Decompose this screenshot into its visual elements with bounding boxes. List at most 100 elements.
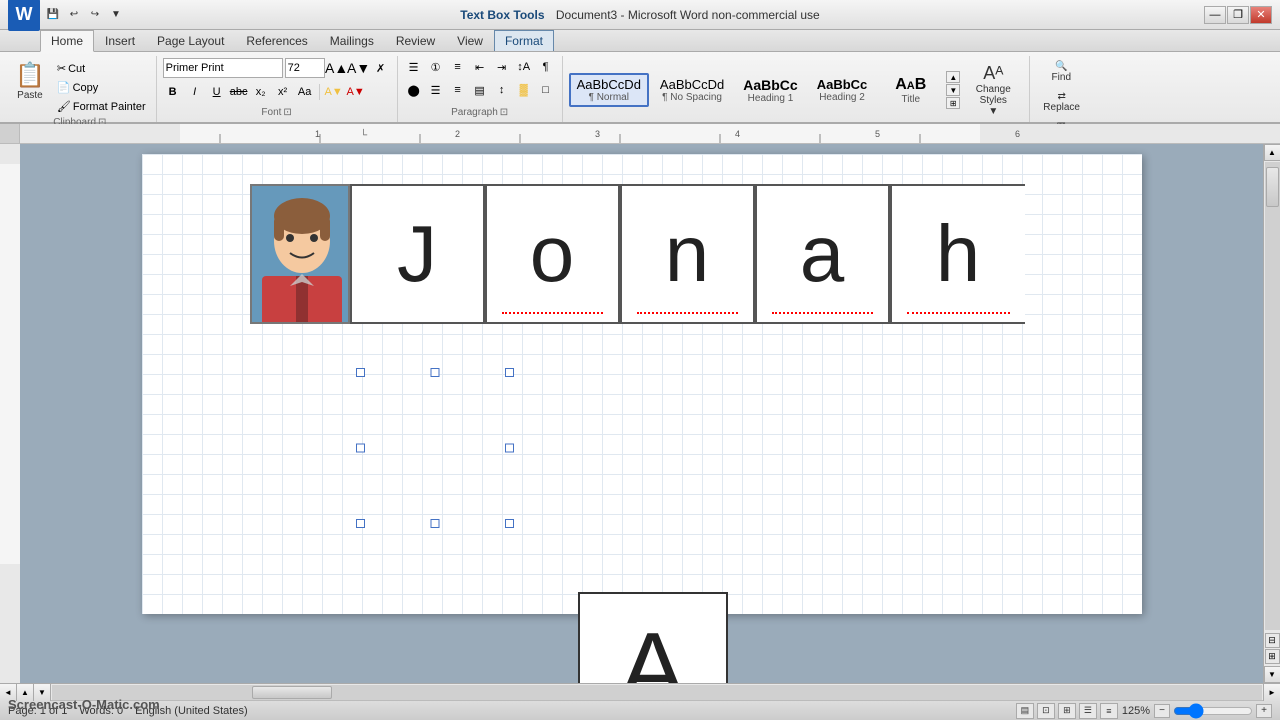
text-box-container[interactable]: A — [360, 372, 510, 524]
increase-indent-button[interactable]: ⇥ — [492, 58, 512, 76]
bold-button[interactable]: B — [163, 83, 183, 101]
h-scroll-thumb[interactable] — [252, 686, 332, 699]
styles-group-content: AaBbCcDd ¶ Normal AaBbCcDd ¶ No Spacing … — [569, 58, 1024, 122]
minimize-button[interactable]: — — [1204, 6, 1226, 24]
style-h1[interactable]: AaBbCc Heading 1 — [735, 73, 805, 108]
style-title[interactable]: AaB Title — [878, 72, 943, 109]
full-screen-button[interactable]: ⊡ — [1037, 703, 1055, 719]
paragraph-expand-icon[interactable]: ⊡ — [500, 107, 508, 118]
close-button[interactable]: ✕ — [1250, 6, 1272, 24]
find-button[interactable]: 🔍 Find — [1036, 58, 1086, 86]
svg-text:1: 1 — [315, 129, 320, 139]
font-expand-icon[interactable]: ⊡ — [283, 107, 291, 118]
copy-button[interactable]: 📄 Copy — [53, 79, 150, 96]
paste-button[interactable]: 📋 Paste — [10, 58, 50, 104]
font-name-input[interactable] — [163, 58, 283, 78]
style-normal[interactable]: AaBbCcDd ¶ Normal — [569, 73, 649, 107]
font-size-input[interactable] — [285, 58, 325, 78]
h-scroll-track[interactable] — [52, 685, 1262, 700]
title-bar-left: W 💾 ↩ ↪ ▼ — [8, 0, 125, 31]
outline-view-button[interactable]: ☰ — [1079, 703, 1097, 719]
style-h2[interactable]: AaBbCc Heading 2 — [809, 73, 876, 107]
borders-button[interactable]: □ — [536, 81, 556, 99]
show-marks-button[interactable]: ¶ — [536, 58, 556, 76]
decrease-indent-button[interactable]: ⇤ — [470, 58, 490, 76]
italic-button[interactable]: I — [185, 83, 205, 101]
tab-insert[interactable]: Insert — [94, 30, 146, 51]
format-painter-button[interactable]: 🖌 Format Painter — [53, 98, 150, 115]
grow-font-button[interactable]: A▲ — [327, 59, 347, 77]
draft-view-button[interactable]: ≡ — [1100, 703, 1118, 719]
paragraph-group: ☰ ① ≡ ⇤ ⇥ ↕A ¶ ⬤ ☰ ≡ ▤ ↕ ▓ □ Paragraph ⊡ — [398, 56, 563, 122]
handle-middle-right[interactable] — [505, 444, 514, 453]
tab-review[interactable]: Review — [385, 30, 446, 51]
handle-middle-left[interactable] — [356, 444, 365, 453]
tab-page-layout[interactable]: Page Layout — [146, 30, 235, 51]
split-view-button[interactable]: ⊟ — [1265, 633, 1280, 648]
view-buttons: ⊟ ⊞ — [1265, 631, 1280, 666]
highlight-button[interactable]: A▼ — [324, 83, 344, 101]
align-center-button[interactable]: ☰ — [426, 81, 446, 99]
sort-button[interactable]: ↕A — [514, 58, 534, 76]
save-button[interactable]: 💾 — [44, 6, 62, 24]
find-icon: 🔍 — [1055, 61, 1067, 72]
scroll-thumb[interactable] — [1266, 167, 1279, 207]
squiggle-h — [907, 310, 1010, 314]
restore-button[interactable]: ❐ — [1227, 6, 1249, 24]
numbering-button[interactable]: ① — [426, 58, 446, 76]
handle-top-left[interactable] — [356, 368, 365, 377]
handle-bottom-left[interactable] — [356, 519, 365, 528]
h-scroll-right-button[interactable]: ► — [1263, 684, 1280, 701]
undo-button[interactable]: ↩ — [65, 6, 83, 24]
letter-A-selected: A — [619, 611, 686, 684]
zoom-slider[interactable] — [1173, 706, 1253, 716]
styles-scroll-up[interactable]: ▲ — [946, 71, 960, 83]
handle-bottom-center[interactable] — [430, 519, 439, 528]
clear-formatting-button[interactable]: ✗ — [371, 59, 391, 77]
cut-button[interactable]: ✂ Cut — [53, 60, 150, 77]
document-area[interactable]: J o n a h — [20, 144, 1263, 683]
tab-view[interactable]: View — [446, 30, 494, 51]
justify-button[interactable]: ▤ — [470, 81, 490, 99]
styles-scroll-down[interactable]: ▼ — [946, 84, 960, 96]
subscript-button[interactable]: x₂ — [251, 83, 271, 101]
handle-top-center[interactable] — [430, 368, 439, 377]
shading-button[interactable]: ▓ — [514, 81, 534, 99]
handle-top-right[interactable] — [505, 368, 514, 377]
horizontal-scrollbar: ◄ ▲ ▼ ► — [0, 683, 1280, 700]
superscript-button[interactable]: x² — [273, 83, 293, 101]
scroll-down-button[interactable]: ▼ — [1264, 666, 1280, 683]
multilevel-button[interactable]: ≡ — [448, 58, 468, 76]
tab-format[interactable]: Format — [494, 30, 554, 51]
letter-box-n: n — [620, 184, 755, 324]
customize-qa-button[interactable]: ▼ — [107, 6, 125, 24]
scroll-up-button[interactable]: ▲ — [1264, 144, 1280, 161]
align-right-button[interactable]: ≡ — [448, 81, 468, 99]
replace-button[interactable]: ⇄ Replace — [1036, 88, 1087, 116]
line-spacing-button[interactable]: ↕ — [492, 81, 512, 99]
scroll-track[interactable] — [1265, 162, 1280, 630]
print-layout-button[interactable]: ▤ — [1016, 703, 1034, 719]
paragraph-label: Paragraph ⊡ — [451, 105, 508, 120]
web-layout-button[interactable]: ⊞ — [1058, 703, 1076, 719]
underline-button[interactable]: U — [207, 83, 227, 101]
tab-home[interactable]: Home — [40, 30, 94, 52]
text-box-a[interactable]: A — [578, 592, 728, 683]
font-color-button[interactable]: A▼ — [346, 83, 366, 101]
change-case-button[interactable]: Aa — [295, 83, 315, 101]
tab-references[interactable]: References — [235, 30, 318, 51]
style-no-spacing[interactable]: AaBbCcDd ¶ No Spacing — [652, 73, 732, 107]
align-left-button[interactable]: ⬤ — [404, 81, 424, 99]
zoom-in-button[interactable]: + — [1256, 704, 1272, 718]
tab-mailings[interactable]: Mailings — [319, 30, 385, 51]
change-styles-button[interactable]: Aᴬ ChangeStyles ▼ — [963, 58, 1023, 122]
redo-button[interactable]: ↪ — [86, 6, 104, 24]
zoom-out-button[interactable]: − — [1154, 704, 1170, 718]
styles-scroll-more[interactable]: ⊞ — [946, 97, 960, 109]
status-right: ▤ ⊡ ⊞ ☰ ≡ 125% − + — [1016, 703, 1272, 719]
full-page-button[interactable]: ⊞ — [1265, 649, 1280, 664]
handle-bottom-right[interactable] — [505, 519, 514, 528]
bullets-button[interactable]: ☰ — [404, 58, 424, 76]
strikethrough-button[interactable]: abc — [229, 83, 249, 101]
shrink-font-button[interactable]: A▼ — [349, 59, 369, 77]
